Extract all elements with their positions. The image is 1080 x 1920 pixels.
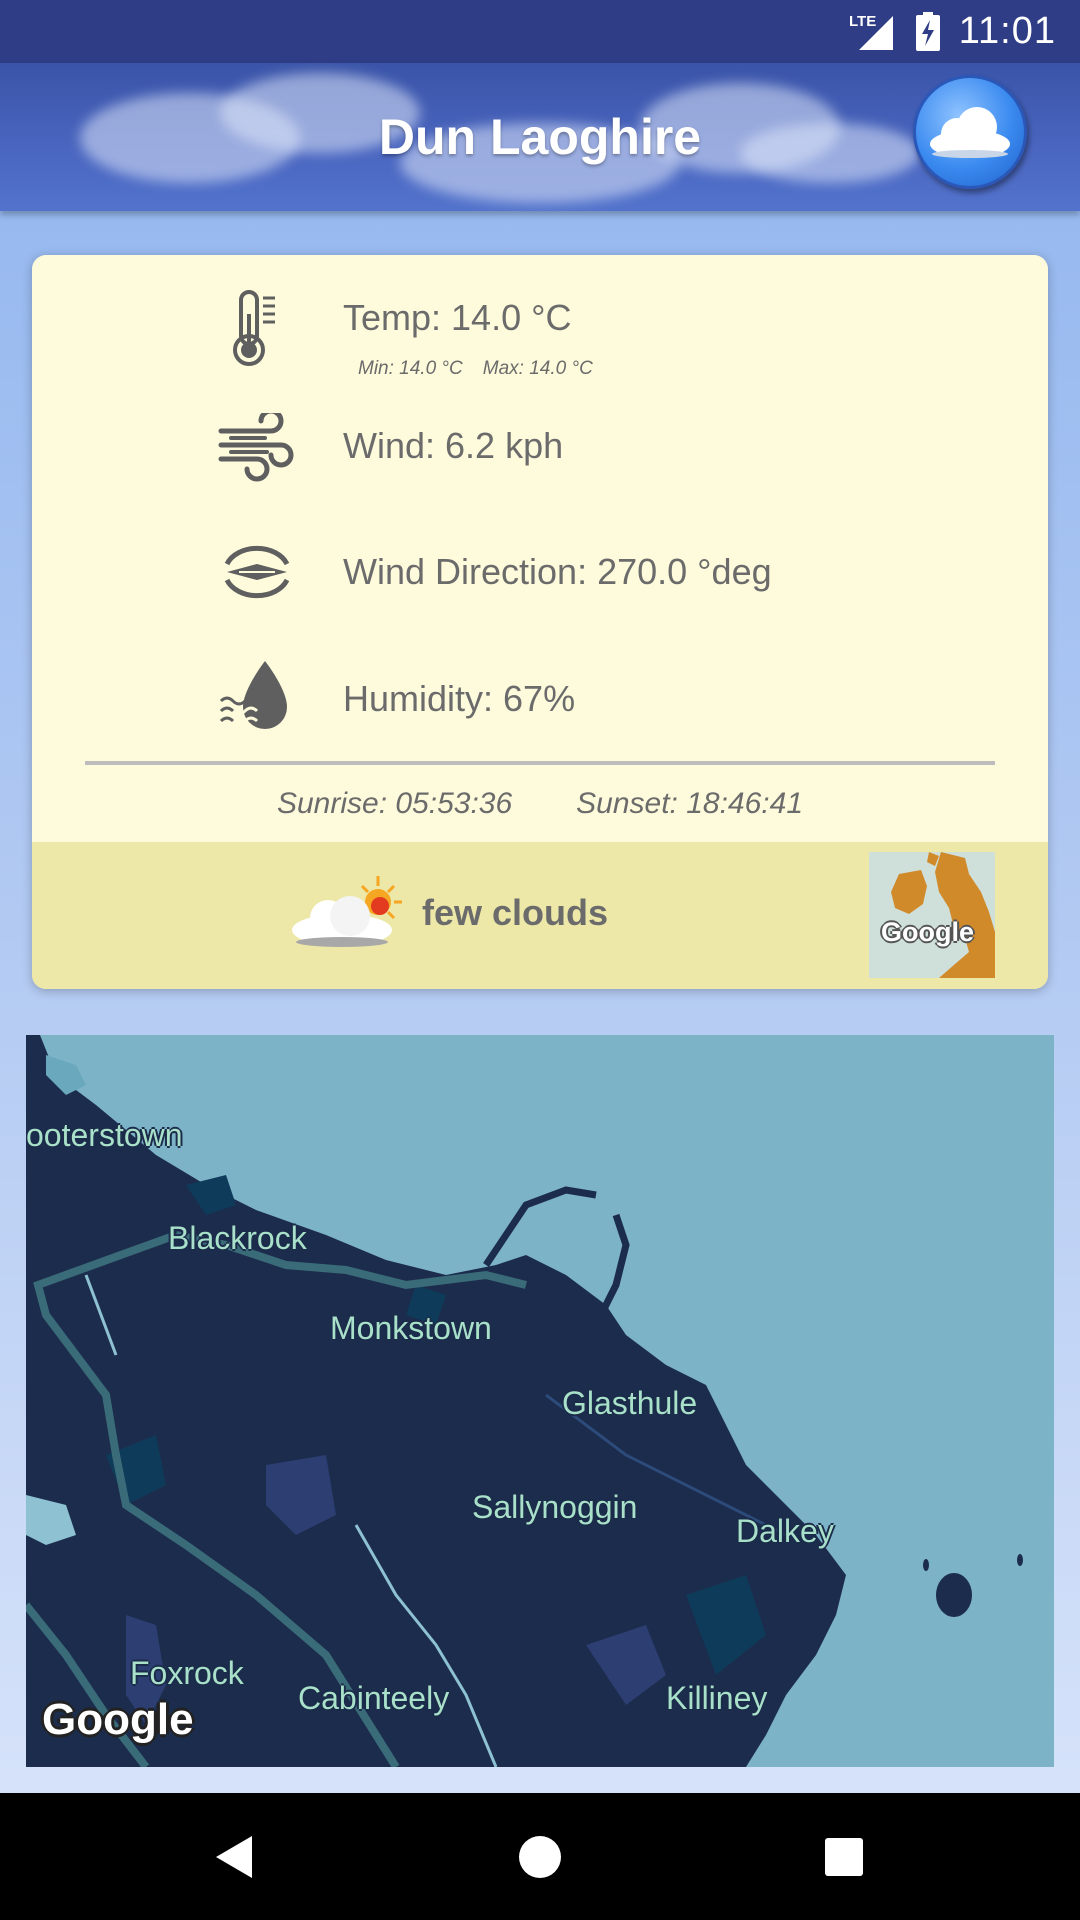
status-time: 11:01	[958, 10, 1056, 52]
condition-bar: few clouds Google	[32, 842, 1048, 989]
temp-max: Max: 14.0 °C	[482, 358, 593, 379]
sunrise-text: Sunrise: 05:53:36	[276, 787, 513, 820]
map-label: Blackrock	[168, 1220, 307, 1256]
mini-map-google-logo: Google	[881, 917, 974, 947]
sunset-text: Sunset: 18:46:41	[576, 787, 804, 820]
map-label: ooterstown	[26, 1117, 183, 1153]
network-type-label: LTE	[849, 13, 876, 30]
status-bar: LTE 11:01	[0, 0, 1080, 63]
weather-button[interactable]	[913, 75, 1027, 189]
battery-charging-icon	[915, 11, 941, 52]
map-label: Foxrock	[130, 1655, 244, 1691]
humidity-text: Humidity: 67%	[343, 678, 576, 719]
map-label: Dalkey	[736, 1513, 834, 1549]
weather-info-card: Temp: 14.0 °C Min: 14.0 °C Max: 14.0 °C W…	[32, 255, 1048, 989]
google-logo: Google	[42, 1695, 194, 1744]
map-label: Monkstown	[330, 1310, 492, 1346]
temp-min: Min: 14.0 °C	[358, 358, 463, 379]
home-button[interactable]	[510, 1827, 570, 1887]
mini-map[interactable]: Google	[869, 852, 995, 978]
temperature-text: Temp: 14.0 °C	[343, 297, 572, 338]
home-circle-icon	[519, 1836, 561, 1878]
humidity-drop-icon	[212, 652, 302, 742]
sun-times: Sunrise: 05:53:36 Sunset: 18:46:41	[32, 787, 1048, 821]
back-triangle-icon	[216, 1836, 252, 1878]
condition-text: few clouds	[422, 892, 609, 933]
signal-icon: LTE	[849, 12, 897, 52]
wind-icon	[212, 403, 302, 493]
back-button[interactable]	[204, 1827, 264, 1887]
divider	[85, 761, 995, 765]
navigation-bar	[0, 1793, 1080, 1920]
map-label: Killiney	[666, 1680, 768, 1716]
map-view[interactable]: ooterstown Blackrock Monkstown Glasthule…	[26, 1035, 1054, 1767]
cloud-icon	[930, 107, 1010, 158]
few-clouds-icon	[290, 872, 402, 952]
map-label: Cabinteely	[298, 1680, 450, 1716]
wind-direction-text: Wind Direction: 270.0 °deg	[343, 551, 772, 592]
recents-square-icon	[825, 1838, 863, 1876]
recents-button[interactable]	[814, 1827, 874, 1887]
map-label: Glasthule	[562, 1385, 698, 1421]
temp-min-max: Min: 14.0 °C Max: 14.0 °C	[358, 358, 593, 380]
wind-text: Wind: 6.2 kph	[343, 425, 564, 466]
thermometer-icon	[212, 283, 302, 373]
app-header: Dun Laoghire	[0, 63, 1080, 211]
compass-icon	[212, 527, 302, 617]
map-label: Sallynoggin	[472, 1489, 638, 1525]
